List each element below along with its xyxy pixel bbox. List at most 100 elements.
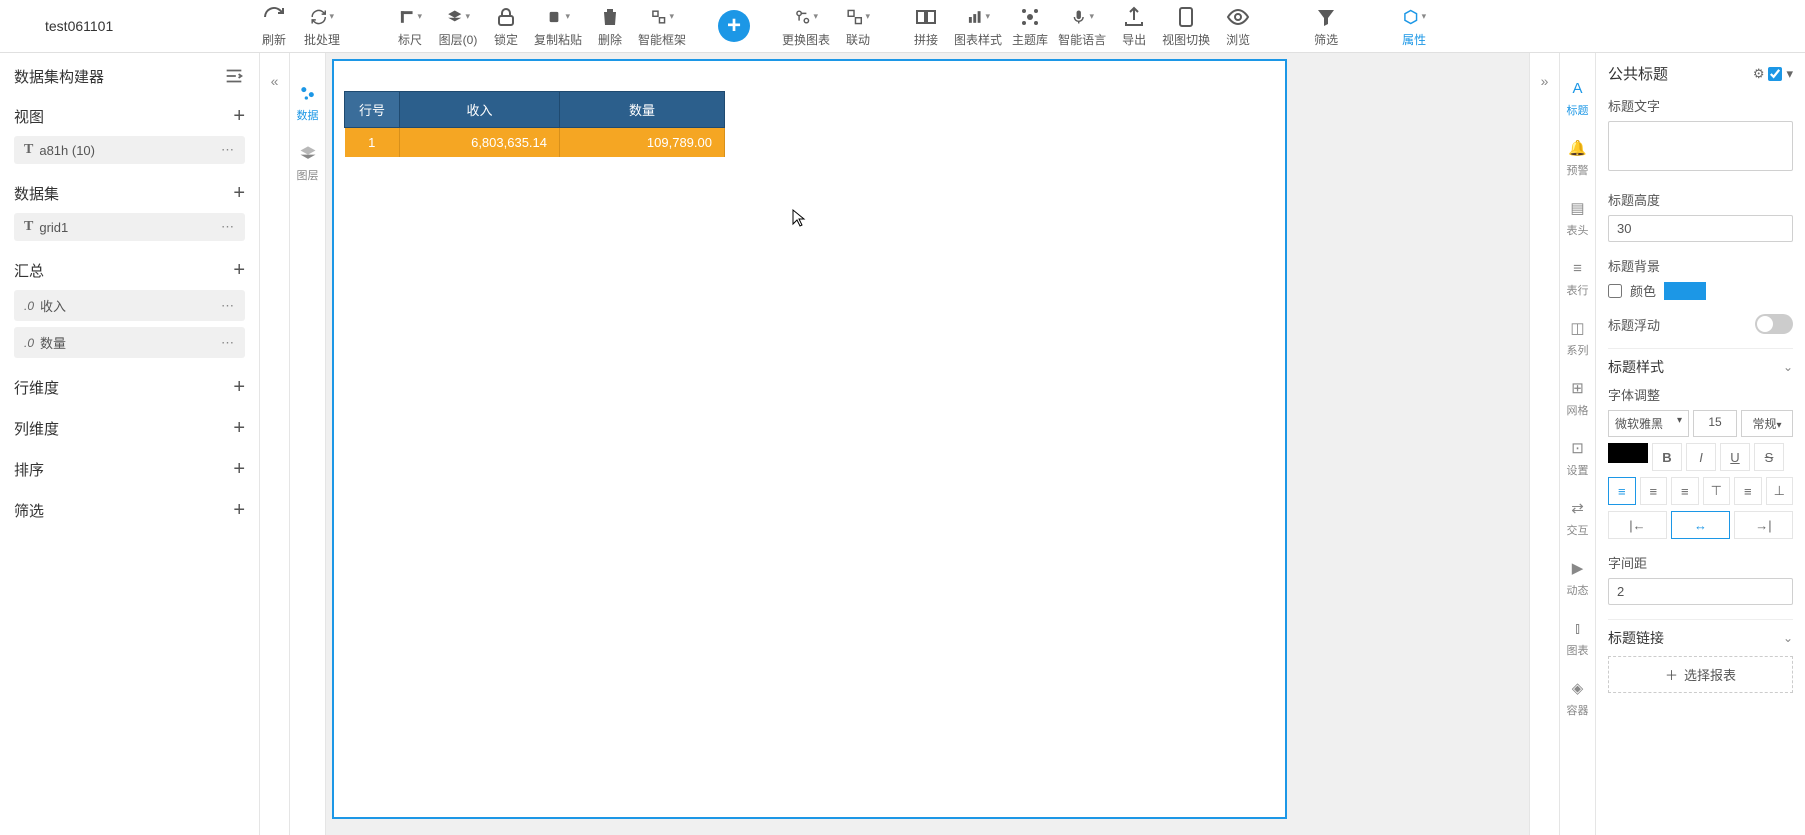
toolbar-batch-button[interactable]: 批处理 <box>298 1 346 51</box>
toolbar-ruler-button[interactable]: 标尺 <box>386 1 434 51</box>
add-0-button[interactable]: + <box>233 105 245 128</box>
toolbar-add-button[interactable]: + <box>710 1 758 51</box>
toolbar-link-button[interactable]: 联动 <box>834 1 882 51</box>
vtab-title[interactable]: A标题 <box>1567 68 1589 128</box>
table-cell[interactable]: 109,789.00 <box>560 128 725 158</box>
halign-start-button[interactable]: |← <box>1608 511 1667 539</box>
chevron-down-icon[interactable]: ▾ <box>1786 66 1793 82</box>
vtab-grid[interactable]: ⊞网格 <box>1567 368 1589 428</box>
title-height-input[interactable] <box>1608 215 1793 242</box>
add-1-button[interactable]: + <box>233 182 245 205</box>
halign-center-button[interactable]: ↔ <box>1671 511 1730 539</box>
toolbar-copypaste-button[interactable]: 复制粘贴 <box>530 1 586 51</box>
add-6-button[interactable]: + <box>233 499 245 522</box>
panel-title: 公共标题 <box>1608 63 1668 84</box>
more-icon[interactable]: ⋯ <box>221 335 235 351</box>
toolbar-export-button[interactable]: 导出 <box>1110 1 1158 51</box>
vtab-data[interactable]: 数据 <box>297 73 319 133</box>
toolbar-smartframe-button[interactable]: 智能框架 <box>634 1 690 51</box>
align-right-button[interactable]: ≡ <box>1671 477 1699 505</box>
toolbar-lock-button[interactable]: 锁定 <box>482 1 530 51</box>
more-icon[interactable]: ⋯ <box>221 142 235 158</box>
vtab-container[interactable]: ◈容器 <box>1567 668 1589 728</box>
vtab-series[interactable]: ◫系列 <box>1567 308 1589 368</box>
toolbar-refresh-button[interactable]: 刷新 <box>250 1 298 51</box>
letter-spacing-input[interactable] <box>1608 578 1793 605</box>
add-3-button[interactable]: + <box>233 376 245 399</box>
align-center-button[interactable]: ≡ <box>1640 477 1668 505</box>
toolbar-themelib-button[interactable]: 主题库 <box>1006 1 1054 51</box>
field-pill[interactable]: .0数量⋯ <box>14 327 245 358</box>
label-letter-spacing: 字间距 <box>1608 553 1793 572</box>
font-weight-select[interactable]: 常规▾ <box>1741 410 1793 437</box>
add-2-button[interactable]: + <box>233 259 245 282</box>
vtab-interact[interactable]: ⇄交互 <box>1567 488 1589 548</box>
layer-icon <box>446 5 470 29</box>
valign-bottom-button[interactable]: ⊥ <box>1766 477 1794 505</box>
viewswitch-label: 视图切换 <box>1162 31 1210 48</box>
font-family-select[interactable]: 微软雅黑 ▾ <box>1608 410 1689 437</box>
toolbar-merge-button[interactable]: 拼接 <box>902 1 950 51</box>
vtab-thead[interactable]: ▤表头 <box>1567 188 1589 248</box>
italic-button[interactable]: I <box>1686 443 1716 471</box>
valign-middle-button[interactable]: ≡ <box>1734 477 1762 505</box>
bg-color-checkbox[interactable] <box>1608 284 1622 298</box>
title-style-accordion[interactable]: 标题样式 ⌄ <box>1608 348 1793 385</box>
select-report-button[interactable]: ＋ 选择报表 <box>1608 656 1793 693</box>
field-pill[interactable]: Ta81h (10)⋯ <box>14 136 245 164</box>
toolbar-chartstyle-button[interactable]: 图表样式 <box>950 1 1006 51</box>
vtab-dynamic[interactable]: ▶动态 <box>1567 548 1589 608</box>
add-4-button[interactable]: + <box>233 417 245 440</box>
title-float-toggle[interactable] <box>1755 314 1793 334</box>
more-icon[interactable]: ⋯ <box>221 298 235 314</box>
panel-enable-checkbox[interactable] <box>1768 67 1782 81</box>
panel-toggle-icon[interactable] <box>223 65 245 87</box>
valign-top-button[interactable]: ⊤ <box>1703 477 1731 505</box>
font-size-select[interactable]: 15 <box>1693 410 1737 437</box>
toolbar-delete-button[interactable]: 删除 <box>586 1 634 51</box>
more-icon[interactable]: ⋯ <box>221 219 235 235</box>
field-pill[interactable]: Tgrid1⋯ <box>14 213 245 241</box>
table-row[interactable]: 16,803,635.14109,789.00 <box>345 128 725 158</box>
trow-icon: ≡ <box>1568 258 1588 278</box>
vtab-alert[interactable]: 🔔预警 <box>1567 128 1589 188</box>
align-left-button[interactable]: ≡ <box>1608 477 1636 505</box>
vtab-trow[interactable]: ≡ 表行 <box>1567 248 1589 308</box>
add-5-button[interactable]: + <box>233 458 245 481</box>
field-pill[interactable]: .0收入⋯ <box>14 290 245 321</box>
column-header[interactable]: 收入 <box>400 92 560 128</box>
toolbar-filter-button[interactable]: 筛选 <box>1302 1 1350 51</box>
title-link-accordion[interactable]: 标题链接 ⌄ <box>1608 619 1793 656</box>
halign-end-button[interactable]: →| <box>1734 511 1793 539</box>
toolbar-viewswitch-button[interactable]: 视图切换 <box>1158 1 1214 51</box>
field-type-icon: .0 <box>24 299 34 313</box>
toolbar-swapchart-button[interactable]: 更换图表 <box>778 1 834 51</box>
font-color-swatch[interactable] <box>1608 443 1648 463</box>
data-table[interactable]: 行号收入数量 16,803,635.14109,789.00 <box>344 91 725 157</box>
bold-button[interactable]: B <box>1652 443 1682 471</box>
column-header[interactable]: 数量 <box>560 92 725 128</box>
collapse-right-icon[interactable]: » <box>1529 53 1559 835</box>
column-header[interactable]: 行号 <box>345 92 400 128</box>
layers-icon <box>298 143 318 163</box>
collapse-left-icon[interactable]: « <box>260 53 290 835</box>
strike-button[interactable]: S <box>1754 443 1784 471</box>
underline-button[interactable]: U <box>1720 443 1750 471</box>
table-cell[interactable]: 1 <box>345 128 400 158</box>
vtab-pivot[interactable]: ⫾图表 <box>1567 608 1589 668</box>
gear-icon[interactable]: ⚙ <box>1753 66 1765 82</box>
toolbar-preview-button[interactable]: 浏览 <box>1214 1 1262 51</box>
toolbar-smartlang-button[interactable]: 智能语言 <box>1054 1 1110 51</box>
toolbar-layer-button[interactable]: 图层(0) <box>434 1 482 51</box>
vtab-label: 交互 <box>1567 522 1589 538</box>
vtab-label: 图表 <box>1567 642 1589 658</box>
report-canvas[interactable]: 行号收入数量 16,803,635.14109,789.00 <box>332 59 1287 819</box>
toolbar-props-button[interactable]: 属性 <box>1390 1 1438 51</box>
bg-color-swatch[interactable] <box>1664 282 1706 300</box>
vtab-settings[interactable]: ⊡设置 <box>1567 428 1589 488</box>
title-icon: A <box>1568 78 1588 98</box>
vtab-layers[interactable]: 图层 <box>297 133 319 193</box>
vtab-label: 表行 <box>1567 282 1589 298</box>
title-text-input[interactable] <box>1608 121 1793 171</box>
table-cell[interactable]: 6,803,635.14 <box>400 128 560 158</box>
